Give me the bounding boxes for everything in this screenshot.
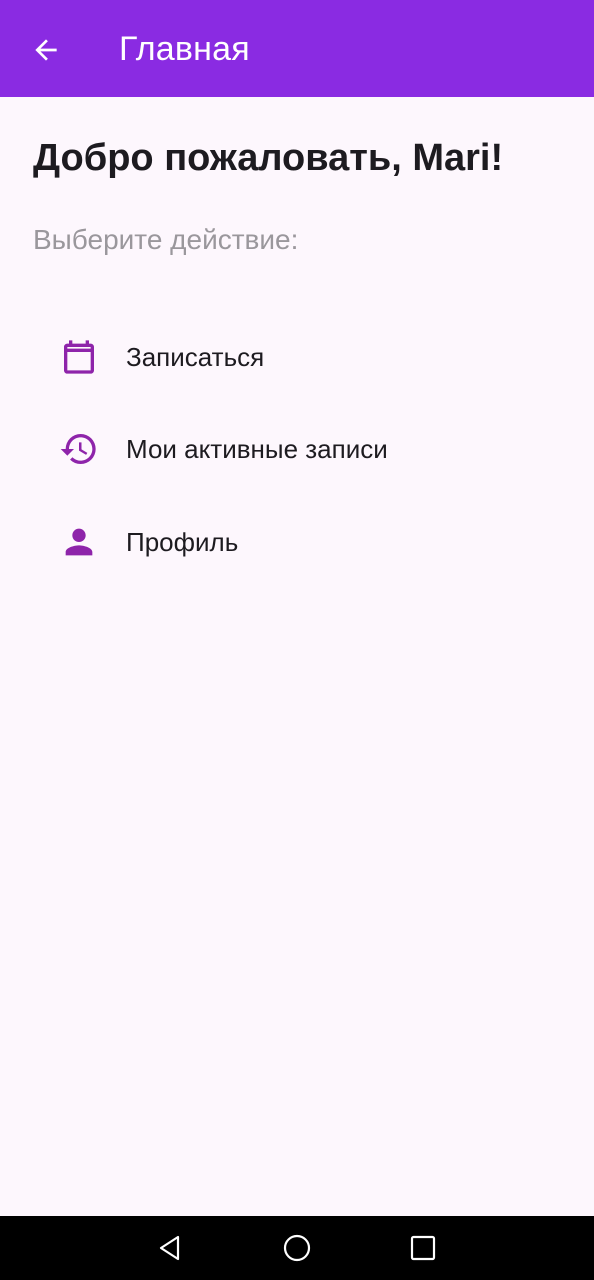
subtitle: Выберите действие: [33, 224, 299, 255]
menu-item-book[interactable]: Записаться [40, 317, 560, 397]
menu-item-label: Мои активные записи [126, 434, 388, 464]
system-nav-bar [0, 1216, 594, 1280]
app-bar-title: Главная [119, 30, 250, 68]
nav-recents-icon [410, 1235, 436, 1261]
nav-back-icon [159, 1235, 180, 1261]
nav-recents-button[interactable] [399, 1228, 447, 1268]
welcome-heading: Добро пожаловать, Mari! [33, 137, 504, 179]
app-bar: Главная [0, 0, 594, 97]
menu-item-profile[interactable]: Профиль [40, 502, 560, 582]
person-icon [65, 528, 93, 556]
calendar-icon [64, 340, 94, 374]
menu-item-label: Профиль [126, 527, 239, 557]
back-button[interactable] [22, 26, 70, 74]
history-icon [60, 434, 96, 464]
nav-back-button[interactable] [146, 1228, 194, 1268]
menu-item-label: Записаться [126, 342, 265, 372]
nav-home-icon [283, 1234, 311, 1262]
menu-item-active-bookings[interactable]: Мои активные записи [40, 409, 560, 489]
arrow-back-icon [35, 39, 57, 61]
nav-home-button[interactable] [273, 1228, 321, 1268]
screen: Главная Добро пожаловать, Mari! Выберите… [0, 0, 594, 1280]
